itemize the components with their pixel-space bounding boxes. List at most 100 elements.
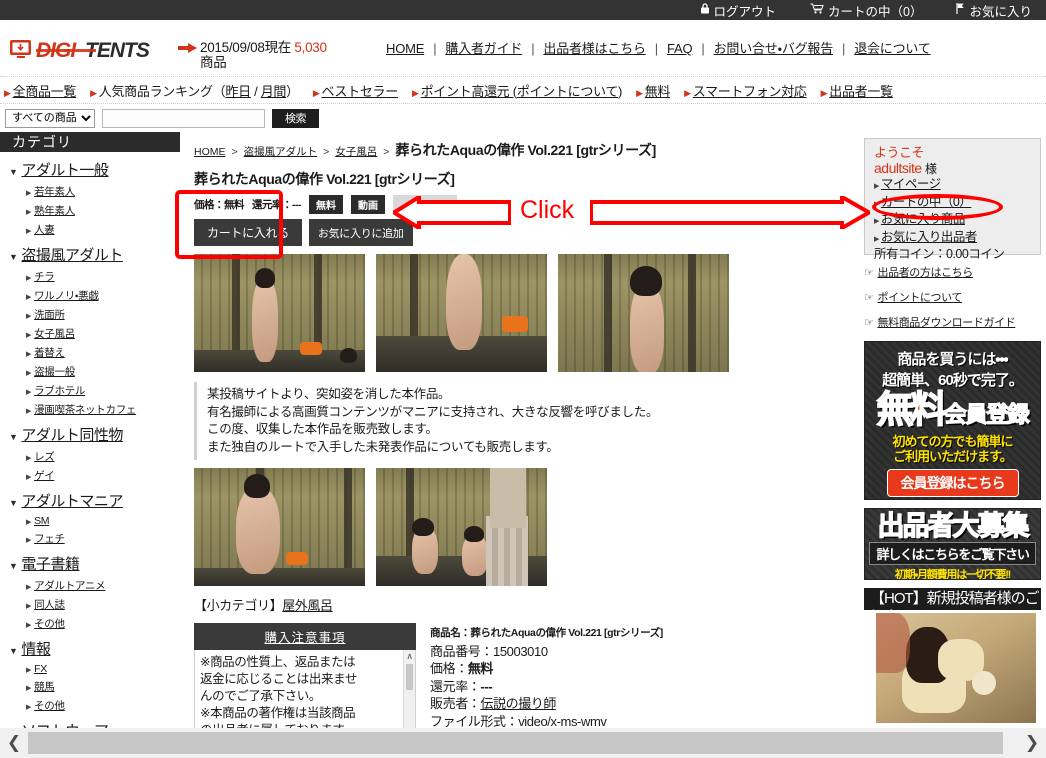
search-button[interactable]: 検索 [272, 108, 319, 128]
category-sublink[interactable]: 女子風呂 [34, 328, 75, 340]
scroll-up-icon[interactable]: ∧ [404, 650, 415, 662]
download-guide-row[interactable]: ☞ 無料商品ダウンロードガイド [864, 314, 1041, 330]
scroll-left-icon[interactable]: ❮ [0, 728, 28, 758]
category-sublink[interactable]: その他 [34, 618, 65, 630]
category-sublink[interactable]: FX [34, 663, 47, 675]
breadcrumb-category[interactable]: 盗撮風アダルト [244, 146, 318, 158]
banner-free-registration[interactable]: 商品を買うには・・・ 超簡単、60秒で完了。 無料会員登録 初めての方でも簡単に… [864, 341, 1041, 500]
horizontal-scrollbar[interactable]: ❮ ❯ [0, 728, 1046, 758]
download-guide-link[interactable]: 無料商品ダウンロードガイド [877, 314, 1015, 330]
gnav-ranking-monthly[interactable]: 月間 [261, 81, 287, 100]
search-category-select[interactable]: すべての商品 [5, 108, 95, 128]
header-link-withdraw[interactable]: 退会について [854, 41, 931, 56]
category-sublink[interactable]: チラ [34, 271, 55, 283]
category-subitem[interactable]: ▶ レズ [0, 449, 180, 464]
category-subitem[interactable]: ▶ FX [0, 663, 180, 675]
add-to-favorites-button[interactable]: お気に入りに追加 [308, 219, 413, 246]
scrollbar-thumb[interactable] [406, 664, 413, 690]
category-subitem[interactable]: ▶ 同人誌 [0, 597, 180, 612]
cart-link-row[interactable]: ▶ カートの中（0） [874, 195, 1033, 213]
category-group-title[interactable]: ▼ 電子書籍 [0, 553, 180, 574]
category-sublink[interactable]: 着替え [34, 347, 65, 359]
cart-link[interactable]: カートの中（0） [810, 1, 922, 20]
category-sublink[interactable]: その他 [34, 700, 65, 712]
category-sublink[interactable]: 盗撮一般 [34, 366, 75, 378]
banner-seller-recruitment[interactable]: 出品者大募集 詳しくはこちらをご覧下さい 初期・月額費用は一切不要!! [864, 508, 1041, 580]
category-group-title[interactable]: ▼ 情報 [0, 638, 180, 659]
breadcrumb-subcategory[interactable]: 女子風呂 [335, 146, 377, 158]
breadcrumb-home[interactable]: HOME [194, 146, 226, 158]
sidebar-cart-link[interactable]: カートの中（0） [881, 195, 972, 209]
search-input[interactable] [102, 108, 265, 128]
gnav-label[interactable]: 無料 [645, 81, 671, 100]
category-subitem[interactable]: ▶ 熟年素人 [0, 203, 180, 218]
gnav-item-smartphone[interactable]: ▶ スマートフォン対応 [684, 81, 807, 100]
notice-scrollbar[interactable]: ∧ [403, 650, 415, 735]
gnav-item-ranking[interactable]: ▶ 人気商品ランキング（ 昨日 / 月間） [90, 81, 299, 100]
category-sublink[interactable]: ワルノリ・悪戯 [34, 290, 99, 302]
category-subitem[interactable]: ▶ 洗面所 [0, 307, 180, 322]
category-sublink[interactable]: SM [34, 515, 49, 527]
category-sublink[interactable]: 若年素人 [34, 186, 75, 198]
category-sublink[interactable]: ラブホテル [34, 385, 85, 397]
site-logo[interactable]: DIGI TENTS [0, 20, 200, 62]
category-subitem[interactable]: ▶ ラブホテル [0, 383, 180, 398]
category-subitem[interactable]: ▶ チラ [0, 269, 180, 284]
category-subitem[interactable]: ▶ 着替え [0, 345, 180, 360]
category-link[interactable]: アダルトマニア [21, 493, 123, 510]
product-thumbnail[interactable] [558, 254, 729, 372]
category-subitem[interactable]: ▶ 若年素人 [0, 184, 180, 199]
header-link-home[interactable]: HOME [386, 41, 424, 56]
category-sublink[interactable]: レズ [34, 451, 55, 463]
gnav-item-seller-list[interactable]: ▶ 出品者一覧 [821, 81, 893, 100]
header-link-buyer-guide[interactable]: 購入者ガイド [445, 41, 522, 56]
category-sublink[interactable]: 競馬 [34, 681, 55, 693]
point-guide-row[interactable]: ☞ ポイントについて [864, 289, 1041, 305]
gnav-ranking-daily[interactable]: 昨日 [225, 81, 251, 100]
category-sublink[interactable]: 洗面所 [34, 309, 65, 321]
category-link[interactable]: アダルト一般 [21, 162, 109, 179]
header-link-faq[interactable]: FAQ [667, 41, 693, 56]
header-link-contact[interactable]: お問い合せ・バグ報告 [714, 41, 834, 56]
banner1-cta-button[interactable]: 会員登録はこちら [886, 469, 1019, 497]
category-link[interactable]: アダルト同性物 [21, 427, 123, 444]
favorite-sellers-link[interactable]: お気に入り出品者 [881, 230, 978, 244]
category-group-title[interactable]: ▼ アダルト同性物 [0, 424, 180, 445]
category-sublink[interactable]: 人妻 [34, 224, 55, 236]
favorite-items-link[interactable]: お気に入り商品 [881, 212, 966, 226]
product-thumbnail[interactable] [376, 468, 547, 586]
gnav-item-all-products[interactable]: ▶ 全商品一覧 [4, 81, 76, 100]
product-thumbnail[interactable] [194, 254, 365, 372]
category-sublink[interactable]: 同人誌 [34, 599, 65, 611]
banner3-image[interactable] [876, 613, 1036, 723]
category-sublink[interactable]: 熟年素人 [34, 205, 75, 217]
seller-guide-link[interactable]: 出品者の方はこちら [877, 264, 973, 280]
category-sublink[interactable]: アダルトアニメ [34, 580, 106, 592]
scrollbar-track[interactable] [28, 732, 1018, 754]
gnav-item-bestseller[interactable]: ▶ ベストセラー [313, 81, 398, 100]
point-guide-link[interactable]: ポイントについて [877, 289, 962, 305]
gnav-label[interactable]: ポイント高還元 ( [421, 81, 518, 100]
category-subitem[interactable]: ▶ その他 [0, 616, 180, 631]
category-sublink[interactable]: ゲイ [34, 470, 55, 482]
mypage-link-row[interactable]: ▶ マイページ [874, 177, 1033, 195]
category-sublink[interactable]: フェチ [34, 533, 65, 545]
category-sublink[interactable]: 漫画喫茶ネットカフェ [34, 404, 136, 416]
category-subitem[interactable]: ▶ ワルノリ・悪戯 [0, 288, 180, 303]
category-subitem[interactable]: ▶ 盗撮一般 [0, 364, 180, 379]
category-link[interactable]: 情報 [21, 641, 51, 658]
logout-link[interactable]: ログアウト [700, 1, 776, 20]
gnav-label[interactable]: ベストセラー [321, 81, 398, 100]
gnav-item-free[interactable]: ▶ 無料 [636, 81, 670, 100]
category-group-title[interactable]: ▼ アダルト一般 [0, 159, 180, 180]
category-subitem[interactable]: ▶ 競馬 [0, 679, 180, 694]
add-to-cart-button[interactable]: カートに入れる [194, 219, 302, 246]
mypage-link[interactable]: マイページ [881, 177, 941, 191]
gnav-label[interactable]: スマートフォン対応 [693, 81, 807, 100]
category-subitem[interactable]: ▶ 漫画喫茶ネットカフェ [0, 402, 180, 417]
category-link[interactable]: 盗撮風アダルト [21, 247, 123, 264]
gnav-point-about[interactable]: ポイントについて [517, 81, 619, 100]
category-subitem[interactable]: ▶ その他 [0, 698, 180, 713]
category-subitem[interactable]: ▶ ゲイ [0, 468, 180, 483]
scroll-right-icon[interactable]: ❯ [1018, 728, 1046, 758]
